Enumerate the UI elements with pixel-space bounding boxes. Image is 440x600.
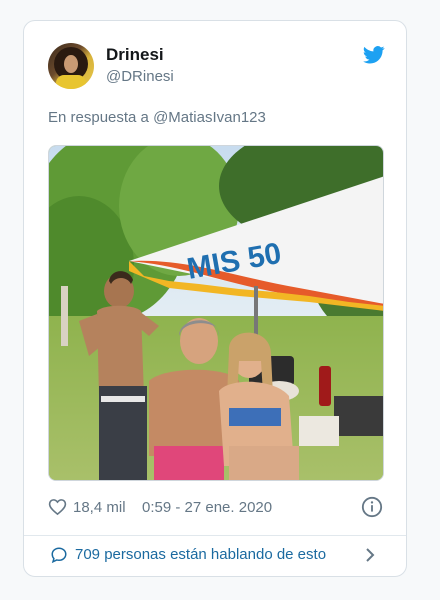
heart-icon[interactable] [48,498,67,516]
tweet-card[interactable]: Drinesi @DRinesi En respuesta a @MatiasI… [23,20,407,577]
tweet-timestamp[interactable]: 0:59 - 27 ene. 2020 [142,499,272,516]
chevron-right-icon [366,548,375,562]
conversation-link[interactable]: 709 personas están hablando de esto [24,536,406,576]
speech-bubble-icon [51,547,67,564]
reply-context: En respuesta a @MatiasIvan123 [48,109,266,126]
conversation-count-text: 709 personas están hablando de esto [75,546,327,563]
like-count[interactable]: 18,4 mil [73,499,126,516]
reply-prefix: En respuesta a [48,109,149,126]
tweet-meta: 18,4 mil 0:59 - 27 ene. 2020 [48,496,384,520]
twitter-bird-icon[interactable] [363,46,385,64]
display-name[interactable]: Drinesi [106,45,164,65]
user-handle[interactable]: @DRinesi [106,68,174,85]
avatar[interactable] [48,43,94,89]
info-icon[interactable] [361,496,383,518]
tweet-photo[interactable]: MIS 50 [48,145,384,481]
reply-mention-link[interactable]: @MatiasIvan123 [153,109,266,126]
